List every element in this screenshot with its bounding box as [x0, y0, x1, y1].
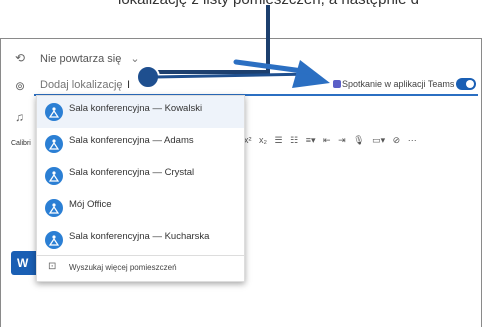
text-cursor-icon: I [127, 79, 130, 91]
tutorial-arrow-overlay: I [127, 5, 330, 91]
pointer-arrow-shaft [154, 72, 313, 79]
